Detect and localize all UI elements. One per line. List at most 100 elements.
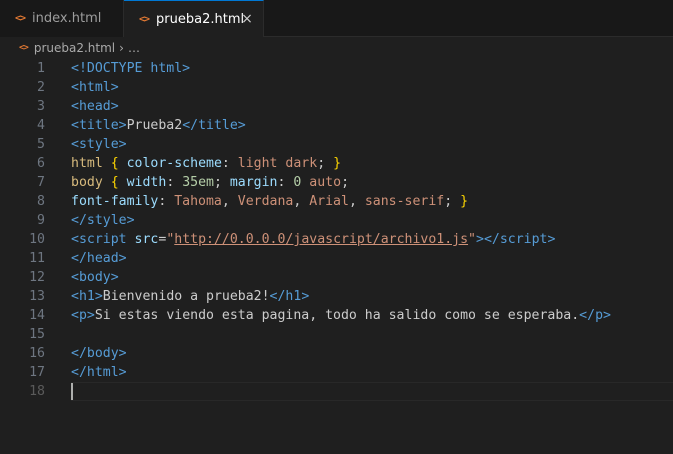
code-line[interactable]: 2 <html> bbox=[0, 78, 673, 97]
code-token: > bbox=[182, 61, 191, 76]
code-token: title bbox=[78, 118, 119, 133]
code-token: : bbox=[166, 175, 183, 190]
code-text: html { color-scheme: light dark; } bbox=[71, 154, 341, 173]
code-token: } bbox=[460, 194, 469, 209]
code-token: Si estas viendo esta pagina, todo ha sal… bbox=[94, 308, 580, 323]
code-token: color-scheme bbox=[126, 156, 222, 171]
code-text: <body> bbox=[71, 268, 119, 287]
code-token: html bbox=[78, 80, 111, 95]
code-token: </ bbox=[579, 308, 596, 323]
code-line[interactable]: 16 </body> bbox=[0, 344, 673, 363]
code-line[interactable]: 9 </style> bbox=[0, 211, 673, 230]
code-token: } bbox=[333, 156, 342, 171]
code-line[interactable]: 14 < p> Si estas viendo esta pagina, todo h… bbox=[0, 306, 673, 325]
code-token: </ bbox=[71, 346, 87, 361]
code-token: < bbox=[71, 308, 79, 323]
tab-prueba2-html[interactable]: <> prueba2.html × bbox=[124, 0, 264, 38]
code-token: : bbox=[158, 194, 175, 209]
code-line[interactable]: 10 <script src="http://0.0.0.0/javascript… bbox=[0, 230, 673, 249]
code-token: , bbox=[348, 194, 365, 209]
code-token: < bbox=[71, 80, 79, 95]
code-token: p bbox=[595, 308, 604, 323]
breadcrumb-more[interactable]: … bbox=[128, 41, 140, 55]
close-icon[interactable]: × bbox=[239, 11, 255, 27]
code-text: </body> bbox=[71, 344, 127, 363]
line-number: 10 bbox=[29, 232, 45, 247]
code-token: </ bbox=[71, 213, 87, 228]
code-token: { bbox=[110, 156, 119, 171]
html-file-icon: <> bbox=[15, 13, 26, 24]
code-token: ; bbox=[341, 175, 350, 190]
code-text: <script src="http://0.0.0.0/javascript/a… bbox=[71, 230, 555, 249]
code-token: > bbox=[110, 80, 119, 95]
code-token: </ bbox=[269, 289, 286, 304]
code-token: > bbox=[118, 137, 127, 152]
code-line[interactable]: 15 bbox=[0, 325, 673, 344]
code-token: width bbox=[126, 175, 167, 190]
code-line[interactable]: 12 <body> bbox=[0, 268, 673, 287]
code-text: <head> bbox=[71, 97, 119, 116]
code-token: > bbox=[603, 308, 611, 323]
code-token: Arial bbox=[309, 194, 349, 209]
code-token: style bbox=[78, 137, 119, 152]
html-file-icon: <> bbox=[19, 43, 29, 53]
line-number: 5 bbox=[37, 137, 45, 152]
code-text: < p> Si estas viendo esta pagina, todo ha … bbox=[71, 306, 611, 325]
line-number: 6 bbox=[37, 156, 45, 171]
code-token: > bbox=[237, 118, 246, 133]
code-line[interactable]: 17 </html> bbox=[0, 363, 673, 382]
text-cursor bbox=[71, 383, 73, 400]
code-token: Prueba2 bbox=[126, 118, 183, 133]
code-token: < bbox=[71, 289, 79, 304]
code-token: body bbox=[71, 175, 111, 190]
code-line[interactable]: 13 <h1>Bienvenido a prueba2!</h1> bbox=[0, 287, 673, 306]
code-line[interactable]: 7 body { width: 35em; margin: 0 auto; bbox=[0, 173, 673, 192]
code-token: font-family bbox=[71, 194, 159, 209]
code-token: > bbox=[94, 289, 103, 304]
line-number: 1 bbox=[37, 61, 45, 76]
code-editor[interactable]: 1 <!DOCTYPE html> 2 <html> 3 <head> 4 <title>Pr… bbox=[0, 59, 673, 454]
code-token: Tahoma bbox=[174, 194, 222, 209]
code-token: head bbox=[78, 99, 111, 114]
code-token: h1 bbox=[78, 289, 95, 304]
code-token: body bbox=[86, 346, 119, 361]
code-token: body bbox=[78, 270, 111, 285]
code-line[interactable]: 8 font-family: Tahoma, Verdana, Arial, sa… bbox=[0, 192, 673, 211]
breadcrumb-file[interactable]: prueba2.html bbox=[34, 41, 115, 55]
code-text: </html> bbox=[71, 363, 127, 382]
code-token: , bbox=[221, 194, 238, 209]
tab-label: prueba2.html bbox=[156, 12, 245, 27]
code-line[interactable]: 5 <style> bbox=[0, 135, 673, 154]
code-token: http://0.0.0.0/javascript/archivo1.js bbox=[174, 232, 469, 247]
code-line[interactable]: 3 <head> bbox=[0, 97, 673, 116]
code-token: ; bbox=[444, 194, 461, 209]
code-text: </head> bbox=[71, 249, 127, 268]
code-token: ; bbox=[213, 175, 230, 190]
code-text: <style> bbox=[71, 135, 127, 154]
code-token: ></ bbox=[476, 232, 500, 247]
line-number: 4 bbox=[37, 118, 45, 133]
code-token: > bbox=[301, 289, 310, 304]
code-token: html bbox=[71, 156, 111, 171]
code-token: html bbox=[150, 61, 183, 76]
code-token: </ bbox=[71, 251, 87, 266]
code-line[interactable]: 4 <title>Prueba2</title> bbox=[0, 116, 673, 135]
code-line[interactable]: 6 html { color-scheme: light dark; } bbox=[0, 154, 673, 173]
code-token: < bbox=[71, 137, 79, 152]
code-token: , bbox=[293, 194, 310, 209]
code-line[interactable]: 11 </head> bbox=[0, 249, 673, 268]
code-line[interactable]: 1 <!DOCTYPE html> bbox=[0, 59, 673, 78]
code-token: > bbox=[118, 118, 127, 133]
line-number: 12 bbox=[29, 270, 45, 285]
code-text: body { width: 35em; margin: 0 auto; bbox=[71, 173, 349, 192]
html-file-icon: <> bbox=[139, 14, 150, 25]
code-token: script bbox=[499, 232, 548, 247]
code-token: src bbox=[134, 232, 159, 247]
line-number: 15 bbox=[29, 327, 45, 342]
tab-index-html[interactable]: <> index.html bbox=[0, 0, 124, 37]
line-number: 14 bbox=[29, 308, 45, 323]
code-line[interactable]: 18 bbox=[0, 382, 673, 401]
